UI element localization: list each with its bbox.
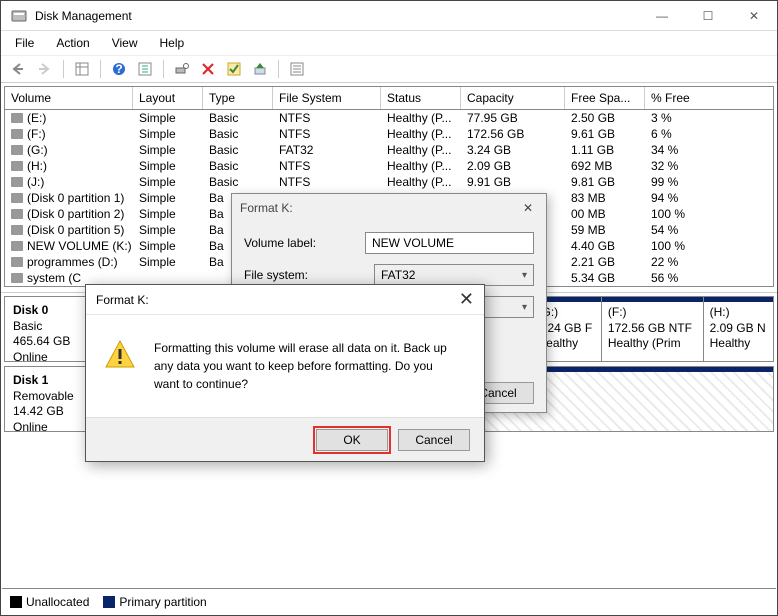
disk0-name: Disk 0 <box>13 303 92 319</box>
app-icon <box>11 8 27 24</box>
partition-h[interactable]: (H:)2.09 GB NHealthy <box>704 297 773 361</box>
title-bar: Disk Management — ☐ ✕ <box>1 1 777 31</box>
check-icon[interactable] <box>222 58 246 80</box>
table-row[interactable]: (J:)SimpleBasicNTFSHealthy (P...9.91 GB9… <box>5 174 773 190</box>
col-pctfree[interactable]: % Free <box>645 87 773 109</box>
menu-bar: File Action View Help <box>1 31 777 55</box>
warning-icon <box>104 339 136 371</box>
col-layout[interactable]: Layout <box>133 87 203 109</box>
confirm-title: Format K: <box>96 293 149 307</box>
maximize-button[interactable]: ☐ <box>685 1 731 31</box>
list-icon[interactable] <box>285 58 309 80</box>
legend-primary: Primary partition <box>119 595 206 609</box>
settings-icon[interactable] <box>170 58 194 80</box>
menu-action[interactable]: Action <box>48 34 97 52</box>
disk0-status: Online <box>13 350 92 366</box>
table-row[interactable]: (H:)SimpleBasicNTFSHealthy (P...2.09 GB6… <box>5 158 773 174</box>
minimize-button[interactable]: — <box>639 1 685 31</box>
toolbar: ? <box>1 55 777 83</box>
ok-button[interactable]: OK <box>316 429 388 451</box>
chevron-down-icon: ▾ <box>522 270 527 281</box>
confirm-dialog: Format K: ✕ Formatting this volume will … <box>85 284 485 462</box>
disk1-status: Online <box>13 420 92 436</box>
svg-text:?: ? <box>115 62 122 76</box>
arrow-up-icon[interactable] <box>248 58 272 80</box>
forward-icon[interactable] <box>33 58 57 80</box>
col-status[interactable]: Status <box>381 87 461 109</box>
filesystem-label: File system: <box>244 268 364 282</box>
disk0-type: Basic <box>13 319 92 335</box>
col-filesystem[interactable]: File System <box>273 87 381 109</box>
col-volume[interactable]: Volume <box>5 87 133 109</box>
delete-icon[interactable] <box>196 58 220 80</box>
table-row[interactable]: (E:)SimpleBasicNTFSHealthy (P...77.95 GB… <box>5 110 773 126</box>
disk1-name: Disk 1 <box>13 373 92 389</box>
disk1-type: Removable <box>13 389 92 405</box>
legend: Unallocated Primary partition <box>2 588 776 614</box>
col-freespace[interactable]: Free Spa... <box>565 87 645 109</box>
menu-file[interactable]: File <box>7 34 42 52</box>
table-row[interactable]: (F:)SimpleBasicNTFSHealthy (P...172.56 G… <box>5 126 773 142</box>
cancel-button[interactable]: Cancel <box>398 429 470 451</box>
disk0-size: 465.64 GB <box>13 334 92 350</box>
volume-label-input[interactable] <box>365 232 534 254</box>
menu-view[interactable]: View <box>104 34 146 52</box>
confirm-text: Formatting this volume will erase all da… <box>154 339 454 393</box>
close-button[interactable]: ✕ <box>731 1 777 31</box>
help-icon[interactable]: ? <box>107 58 131 80</box>
volume-label-label: Volume label: <box>244 236 355 250</box>
col-capacity[interactable]: Capacity <box>461 87 565 109</box>
table-row[interactable]: (G:)SimpleBasicFAT32Healthy (P...3.24 GB… <box>5 142 773 158</box>
confirm-close-icon[interactable]: ✕ <box>459 289 474 310</box>
window-title: Disk Management <box>35 9 132 23</box>
filesystem-select[interactable]: FAT32▾ <box>374 264 534 286</box>
partition-f[interactable]: (F:)172.56 GB NTFHealthy (Prim <box>602 297 704 361</box>
refresh-icon[interactable] <box>133 58 157 80</box>
back-icon[interactable] <box>7 58 31 80</box>
details-icon[interactable] <box>70 58 94 80</box>
format-dialog-close-icon[interactable]: ✕ <box>518 201 538 215</box>
menu-help[interactable]: Help <box>152 34 193 52</box>
format-dialog-title: Format K: <box>240 201 293 215</box>
chevron-down-icon: ▾ <box>522 302 527 313</box>
disk1-size: 14.42 GB <box>13 404 92 420</box>
legend-unallocated: Unallocated <box>26 595 89 609</box>
col-type[interactable]: Type <box>203 87 273 109</box>
